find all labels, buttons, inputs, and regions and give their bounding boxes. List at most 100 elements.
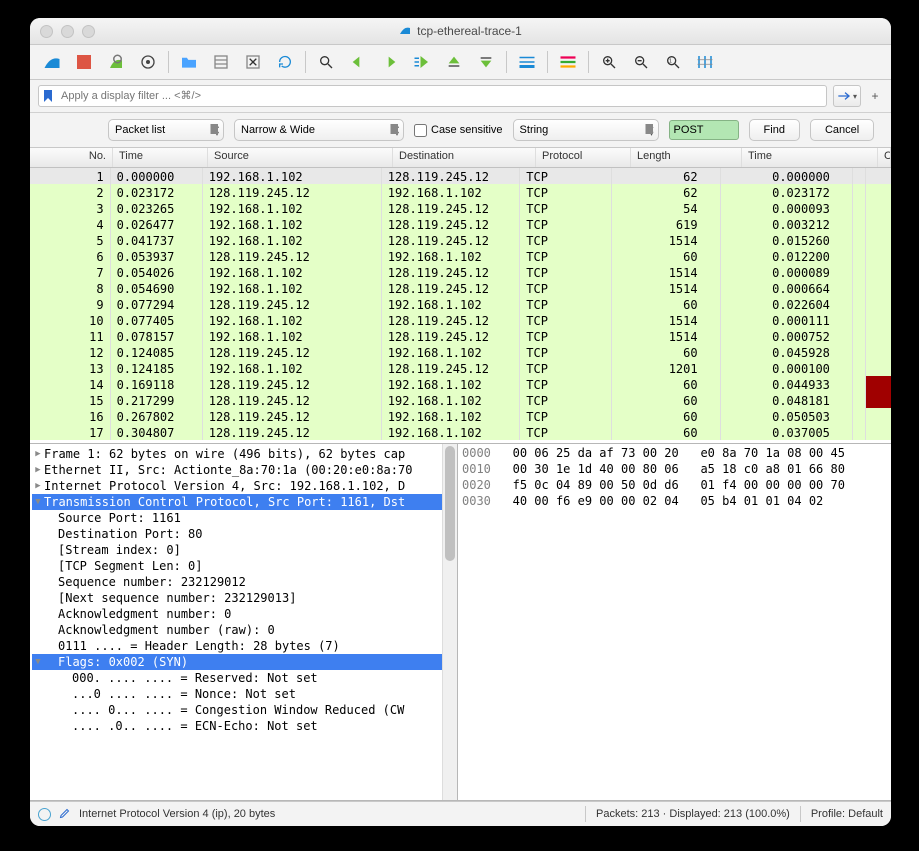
hex-row[interactable]: 0030 40 00 f6 e9 00 00 02 04 05 b4 01 01… [462, 494, 887, 510]
reload-button[interactable] [271, 49, 299, 75]
find-button[interactable]: Find [749, 119, 800, 141]
go-forward-button[interactable] [376, 49, 404, 75]
detail-row[interactable]: ▶Internet Protocol Version 4, Src: 192.1… [32, 478, 455, 494]
expert-info-icon[interactable] [38, 808, 51, 821]
hex-row[interactable]: 0020 f5 0c 04 89 00 50 0d d6 01 f4 00 00… [462, 478, 887, 494]
search-type-select[interactable]: String ▴▾ [513, 119, 659, 141]
detail-row[interactable]: Destination Port: 80 [32, 526, 455, 542]
packet-row[interactable]: 20.023172128.119.245.12192.168.1.102TCP6… [30, 184, 891, 200]
status-left-text: Internet Protocol Version 4 (ip), 20 byt… [79, 808, 275, 820]
resize-columns-button[interactable] [691, 49, 719, 75]
packet-list-header[interactable]: No. Time Source Destination Protocol Len… [30, 148, 891, 168]
detail-row[interactable]: ▼Transmission Control Protocol, Src Port… [32, 494, 455, 510]
go-to-packet-button[interactable] [408, 49, 436, 75]
detail-row[interactable]: .... .0.. .... = ECN-Echo: Not set [32, 718, 455, 734]
col-header-src[interactable]: Source [208, 148, 393, 167]
wireshark-fin-icon [399, 24, 411, 39]
packet-row[interactable]: 10.000000192.168.1.102128.119.245.12TCP6… [30, 168, 891, 184]
search-scope-select[interactable]: Packet list ▴▾ [108, 119, 224, 141]
find-packet-button[interactable] [312, 49, 340, 75]
close-file-button[interactable] [239, 49, 267, 75]
packet-row[interactable]: 50.041737192.168.1.102128.119.245.12TCP1… [30, 232, 891, 248]
packet-row[interactable]: 40.026477192.168.1.102128.119.245.12TCP6… [30, 216, 891, 232]
char-width-select[interactable]: Narrow & Wide ▴▾ [234, 119, 404, 141]
packet-row[interactable]: 140.169118128.119.245.12192.168.1.102TCP… [30, 376, 891, 392]
packet-row[interactable]: 170.304807128.119.245.12192.168.1.102TCP… [30, 424, 891, 440]
go-back-button[interactable] [344, 49, 372, 75]
case-sensitive-checkbox[interactable]: Case sensitive [414, 124, 503, 137]
add-filter-button[interactable]: + [867, 89, 883, 103]
packet-row[interactable]: 60.053937128.119.245.12192.168.1.102TCP6… [30, 248, 891, 264]
col-header-dst[interactable]: Destination [393, 148, 536, 167]
col-header-calc[interactable]: Calculated wi [878, 148, 891, 167]
status-packet-count: Packets: 213 · Displayed: 213 (100.0%) [596, 808, 790, 820]
expression-button[interactable]: ▾ [833, 85, 861, 107]
zoom-in-button[interactable] [595, 49, 623, 75]
zoom-icon[interactable] [82, 25, 95, 38]
detail-row[interactable]: .... 0... .... = Congestion Window Reduc… [32, 702, 455, 718]
case-sensitive-input[interactable] [414, 124, 427, 137]
packet-row[interactable]: 100.077405192.168.1.102128.119.245.12TCP… [30, 312, 891, 328]
detail-row[interactable]: 0111 .... = Header Length: 28 bytes (7) [32, 638, 455, 654]
col-header-time2[interactable]: Time [742, 148, 878, 167]
hex-row[interactable]: 0000 00 06 25 da af 73 00 20 e0 8a 70 1a… [462, 446, 887, 462]
stop-capture-button[interactable] [70, 49, 98, 75]
detail-row[interactable]: Source Port: 1161 [32, 510, 455, 526]
zoom-reset-button[interactable]: 1 [659, 49, 687, 75]
display-filter-input[interactable] [57, 88, 826, 104]
capture-options-button[interactable] [134, 49, 162, 75]
detail-row[interactable]: [Stream index: 0] [32, 542, 455, 558]
window-title: tcp-ethereal-trace-1 [417, 24, 522, 38]
close-icon[interactable] [40, 25, 53, 38]
col-header-proto[interactable]: Protocol [536, 148, 631, 167]
packet-row[interactable]: 80.054690192.168.1.102128.119.245.12TCP1… [30, 280, 891, 296]
edit-capture-icon[interactable] [59, 807, 71, 822]
packet-row[interactable]: 130.124185192.168.1.102128.119.245.12TCP… [30, 360, 891, 376]
cancel-find-button[interactable]: Cancel [810, 119, 874, 141]
minimize-icon[interactable] [61, 25, 74, 38]
hex-row[interactable]: 0010 00 30 1e 1d 40 00 80 06 a5 18 c0 a8… [462, 462, 887, 478]
detail-row[interactable]: Sequence number: 232129012 [32, 574, 455, 590]
packet-details-pane[interactable]: ▶Frame 1: 62 bytes on wire (496 bits), 6… [30, 444, 458, 800]
details-scrollbar[interactable] [442, 444, 457, 800]
detail-row[interactable]: Acknowledgment number (raw): 0 [32, 622, 455, 638]
save-file-button[interactable] [207, 49, 235, 75]
detail-row[interactable]: Acknowledgment number: 0 [32, 606, 455, 622]
packet-row[interactable]: 70.054026192.168.1.102128.119.245.12TCP1… [30, 264, 891, 280]
status-profile[interactable]: Profile: Default [811, 808, 883, 820]
open-file-button[interactable] [175, 49, 203, 75]
packet-row[interactable]: 90.077294128.119.245.12192.168.1.102TCP6… [30, 296, 891, 312]
zoom-out-button[interactable] [627, 49, 655, 75]
detail-row[interactable]: 000. .... .... = Reserved: Not set [32, 670, 455, 686]
go-first-button[interactable] [440, 49, 468, 75]
display-filter-bar: ▾ + [30, 80, 891, 113]
main-toolbar: 1 [30, 45, 891, 80]
col-header-len[interactable]: Length [631, 148, 742, 167]
auto-scroll-button[interactable] [513, 49, 541, 75]
detail-row[interactable]: ▶Frame 1: 62 bytes on wire (496 bits), 6… [32, 446, 455, 462]
col-header-time[interactable]: Time [113, 148, 208, 167]
packet-list-body[interactable]: 10.000000192.168.1.102128.119.245.12TCP6… [30, 168, 891, 443]
bookmark-icon[interactable] [39, 90, 57, 102]
colorize-button[interactable] [554, 49, 582, 75]
search-term-input[interactable]: POST [669, 120, 739, 140]
svg-text:1: 1 [669, 59, 672, 65]
packet-bytes-pane[interactable]: 0000 00 06 25 da af 73 00 20 e0 8a 70 1a… [458, 444, 891, 800]
go-last-button[interactable] [472, 49, 500, 75]
start-capture-button[interactable] [38, 49, 66, 75]
packet-row[interactable]: 30.023265192.168.1.102128.119.245.12TCP5… [30, 200, 891, 216]
packet-row[interactable]: 160.267802128.119.245.12192.168.1.102TCP… [30, 408, 891, 424]
col-header-no[interactable]: No. [30, 148, 113, 167]
detail-row[interactable]: [Next sequence number: 232129013] [32, 590, 455, 606]
restart-capture-button[interactable] [102, 49, 130, 75]
detail-row[interactable]: ▶Ethernet II, Src: Actionte_8a:70:1a (00… [32, 462, 455, 478]
search-scope-label: Packet list [115, 124, 165, 136]
details-scroll-thumb[interactable] [445, 446, 455, 561]
detail-row[interactable]: [TCP Segment Len: 0] [32, 558, 455, 574]
detail-row[interactable]: ▼Flags: 0x002 (SYN) [32, 654, 455, 670]
window-traffic-lights[interactable] [40, 25, 95, 38]
packet-row[interactable]: 150.217299128.119.245.12192.168.1.102TCP… [30, 392, 891, 408]
packet-row[interactable]: 110.078157192.168.1.102128.119.245.12TCP… [30, 328, 891, 344]
detail-row[interactable]: ...0 .... .... = Nonce: Not set [32, 686, 455, 702]
packet-row[interactable]: 120.124085128.119.245.12192.168.1.102TCP… [30, 344, 891, 360]
